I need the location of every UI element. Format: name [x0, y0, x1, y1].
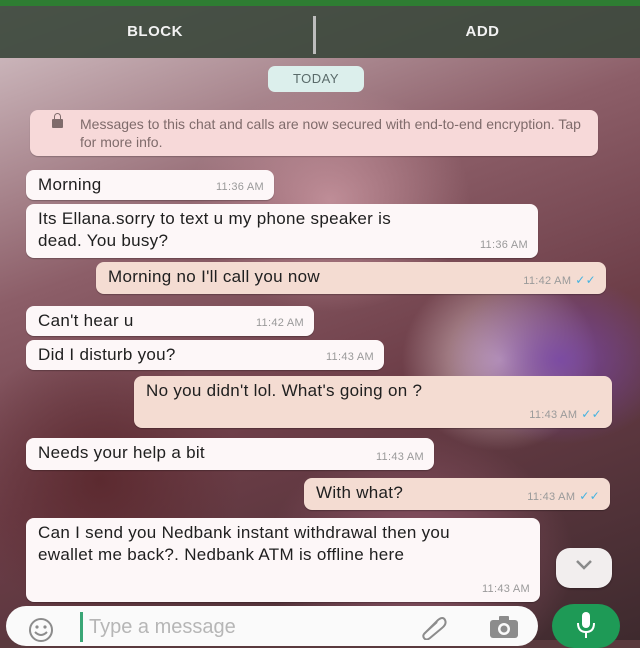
message-bubble-incoming[interactable]: Can't hear u 11:42 AM: [26, 306, 314, 336]
message-bubble-incoming[interactable]: Needs your help a bit 11:43 AM: [26, 438, 434, 470]
message-time: 11:43 AM: [375, 451, 424, 463]
message-bubble-incoming[interactable]: Can I send you Nedbank instant withdrawa…: [26, 518, 540, 602]
message-text: Morning no I'll call you now: [108, 267, 320, 286]
message-time: 11:42 AM: [255, 317, 304, 329]
chevron-down-icon: [576, 560, 592, 570]
block-button[interactable]: BLOCK: [0, 6, 310, 58]
paperclip-icon[interactable]: [418, 614, 448, 640]
message-time: 11:43 AM: [527, 491, 576, 503]
composer-bar: [0, 602, 640, 648]
add-contact-button[interactable]: ADD: [325, 6, 640, 58]
encryption-notice[interactable]: Messages to this chat and calls are now …: [30, 110, 598, 156]
scroll-down-button[interactable]: [556, 548, 612, 588]
message-bubble-incoming[interactable]: Did I disturb you? 11:43 AM: [26, 340, 384, 370]
message-bubble-outgoing[interactable]: With what? 11:43 AM ✓✓: [304, 478, 610, 510]
message-input[interactable]: [80, 612, 411, 642]
camera-icon[interactable]: [488, 614, 520, 640]
encryption-notice-text: Messages to this chat and calls are now …: [80, 116, 581, 150]
message-time: 11:43 AM: [529, 409, 578, 421]
message-time: 11:36 AM: [215, 181, 264, 193]
read-receipt-icon: ✓✓: [575, 273, 596, 287]
message-bubble-outgoing[interactable]: Morning no I'll call you now 11:42 AM ✓✓: [96, 262, 606, 294]
lock-icon: [52, 113, 63, 128]
message-text: Did I disturb you?: [38, 345, 176, 364]
message-time: 11:43 AM: [325, 351, 374, 363]
message-bubble-incoming[interactable]: Morning 11:36 AM: [26, 170, 274, 200]
message-text: Needs your help a bit: [38, 443, 205, 462]
read-receipt-icon: ✓✓: [579, 489, 600, 503]
bar-divider: [313, 16, 316, 54]
message-time: 11:36 AM: [479, 239, 528, 251]
emoji-icon[interactable]: [24, 616, 58, 642]
message-text: With what?: [316, 483, 404, 502]
message-text: Its Ellana.sorry to text u my phone spea…: [38, 209, 392, 250]
mic-button[interactable]: [552, 604, 620, 648]
message-bubble-outgoing[interactable]: No you didn't lol. What's going on ? 11:…: [134, 376, 612, 428]
message-text: No you didn't lol. What's going on ?: [146, 381, 423, 400]
read-receipt-icon: ✓✓: [581, 407, 602, 421]
mic-icon: [577, 612, 595, 638]
message-time: 11:43 AM: [481, 583, 530, 595]
message-input-box: [6, 606, 538, 646]
message-text: Morning: [38, 175, 102, 194]
message-bubble-incoming[interactable]: Its Ellana.sorry to text u my phone spea…: [26, 204, 538, 258]
date-chip: TODAY: [268, 66, 364, 92]
message-text: Can I send you Nedbank instant withdrawa…: [38, 523, 450, 564]
message-text: Can't hear u: [38, 311, 134, 330]
message-time: 11:42 AM: [523, 275, 572, 287]
contact-action-bar: BLOCK ADD: [0, 0, 640, 58]
